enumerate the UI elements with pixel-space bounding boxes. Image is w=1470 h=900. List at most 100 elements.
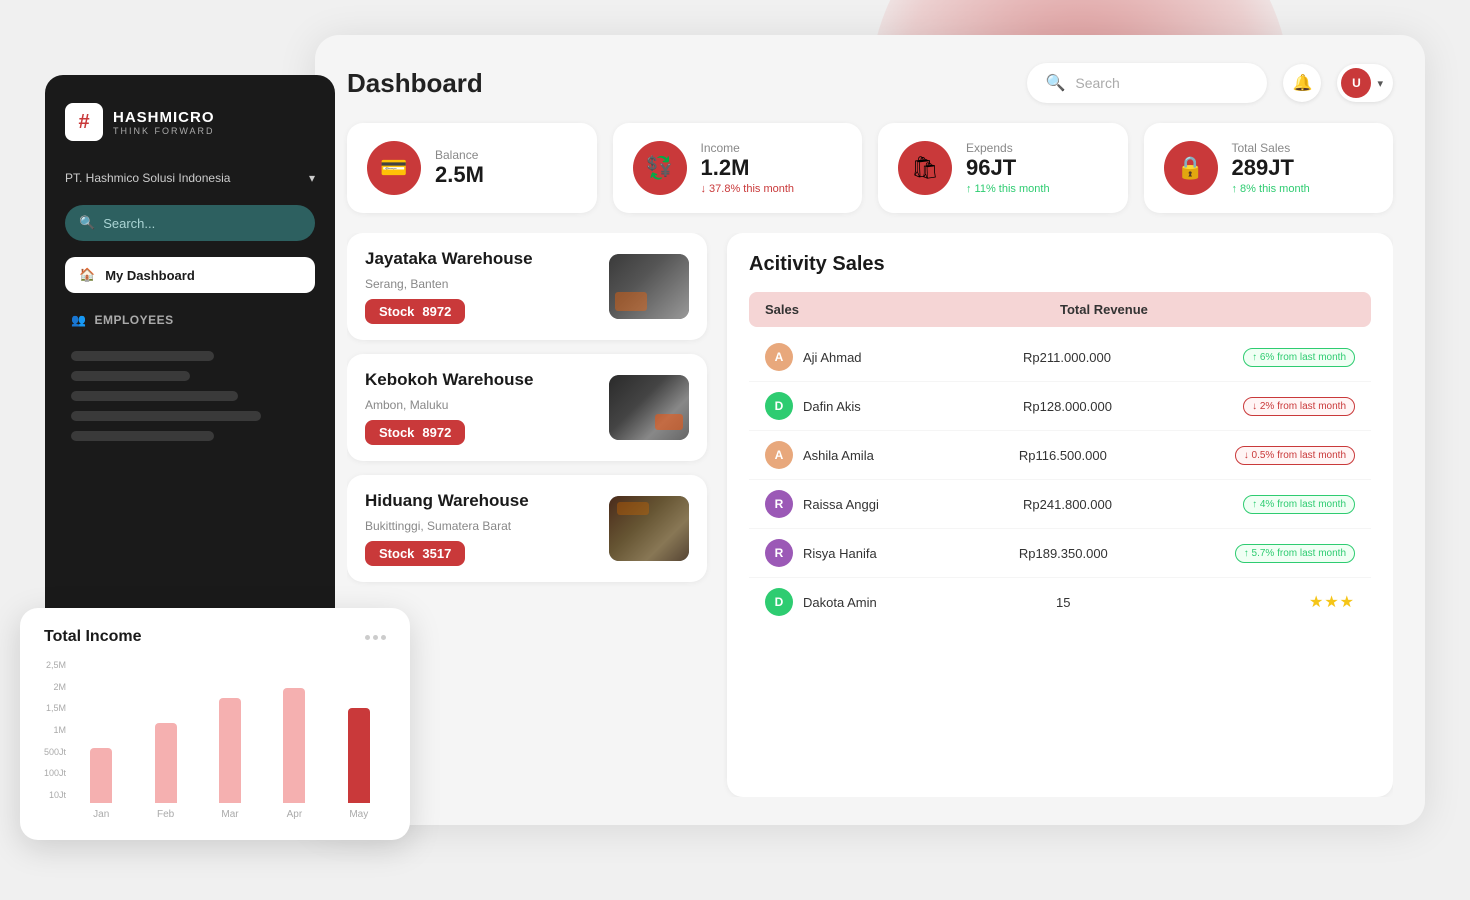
warehouse-location-1: Ambon, Maluku xyxy=(365,398,533,412)
stat-card-expends: 🛍 Expends 96JT ↑ 11% this month xyxy=(878,123,1128,213)
avatar-5: D xyxy=(765,588,793,616)
stock-label-1: Stock xyxy=(379,425,414,440)
dot-1 xyxy=(365,635,370,640)
warehouse-info-1: Kebokoh Warehouse Ambon, Maluku Stock 89… xyxy=(365,370,533,445)
header: Dashboard 🔍 🔔 U ▾ xyxy=(347,63,1393,103)
stars-5: ★★★ xyxy=(1309,592,1355,612)
revenue-4: Rp189.350.000 xyxy=(1019,546,1235,561)
avatar-2: A xyxy=(765,441,793,469)
bell-icon: 🔔 xyxy=(1293,73,1313,93)
badge-3: ↑ 4% from last month xyxy=(1243,495,1355,514)
avatar-4: R xyxy=(765,539,793,567)
stock-badge-1: Stock 8972 xyxy=(365,420,465,445)
avatar-0: A xyxy=(765,343,793,371)
bar-label-apr: Apr xyxy=(267,809,321,820)
stock-badge-2: Stock 3517 xyxy=(365,541,465,566)
warehouse-card-2: Hiduang Warehouse Bukittinggi, Sumatera … xyxy=(347,475,707,582)
warehouse-card-0: Jayataka Warehouse Serang, Banten Stock … xyxy=(347,233,707,340)
page-title: Dashboard xyxy=(347,68,483,99)
y-label-1: 2M xyxy=(44,682,66,692)
chart-area: 2,5M 2M 1,5M 1M 500Jt 100Jt 10Jt xyxy=(44,660,386,820)
bottom-section: Jayataka Warehouse Serang, Banten Stock … xyxy=(347,233,1393,797)
bars-container xyxy=(74,688,386,803)
sidebar-company[interactable]: PT. Hashmico Solusi Indonesia ▾ xyxy=(65,167,315,189)
stat-info-totalsales: Total Sales 289JT ↑ 8% this month xyxy=(1232,141,1310,195)
chart-more-dots[interactable] xyxy=(365,635,386,640)
avatar-button[interactable]: U ▾ xyxy=(1337,64,1393,102)
chart-header: Total Income xyxy=(44,628,386,646)
sidebar-search-container[interactable]: 🔍 xyxy=(65,205,315,241)
dot-3 xyxy=(381,635,386,640)
expends-change: ↑ 11% this month xyxy=(966,183,1050,195)
name-2: Ashila Amila xyxy=(803,448,1019,463)
y-label-0: 2,5M xyxy=(44,660,66,670)
employees-icon: 👥 xyxy=(71,313,86,327)
revenue-2: Rp116.500.000 xyxy=(1019,448,1235,463)
main-content: Dashboard 🔍 🔔 U ▾ 💳 Balance xyxy=(315,35,1425,825)
expends-label: Expends xyxy=(966,141,1050,155)
y-label-4: 500Jt xyxy=(44,747,66,757)
bar-labels: Jan Feb Mar Apr May xyxy=(74,803,386,820)
employees-label: EMPLOYEES xyxy=(94,313,173,327)
totalsales-icon: 🔒 xyxy=(1164,141,1218,195)
stock-label-0: Stock xyxy=(379,304,414,319)
activity-title: Acitivity Sales xyxy=(749,253,1371,276)
badge-1: ↓ 2% from last month xyxy=(1243,397,1355,416)
skeleton-line-1 xyxy=(71,351,214,361)
sidebar-search-input[interactable] xyxy=(103,216,301,231)
name-1: Dafin Akis xyxy=(803,399,1023,414)
revenue-3: Rp241.800.000 xyxy=(1023,497,1243,512)
logo-brand: HASHMICRO xyxy=(113,109,215,126)
stat-info-balance: Balance 2.5M xyxy=(435,148,484,188)
badge-2: ↓ 0.5% from last month xyxy=(1235,446,1355,465)
y-label-6: 10Jt xyxy=(44,790,66,800)
chart-y-axis: 2,5M 2M 1,5M 1M 500Jt 100Jt 10Jt xyxy=(44,660,66,820)
header-right: 🔍 🔔 U ▾ xyxy=(1027,63,1393,103)
warehouse-img-2 xyxy=(609,496,689,561)
warehouse-name-2: Hiduang Warehouse xyxy=(365,491,529,511)
warehouse-name-0: Jayataka Warehouse xyxy=(365,249,533,269)
badge-4: ↑ 5.7% from last month xyxy=(1235,544,1355,563)
search-box[interactable]: 🔍 xyxy=(1027,63,1267,103)
stock-label-2: Stock xyxy=(379,546,414,561)
bar-group-apr xyxy=(267,688,321,803)
dot-2 xyxy=(373,635,378,640)
y-label-2: 1,5M xyxy=(44,703,66,713)
bar-apr xyxy=(283,688,305,803)
search-icon: 🔍 xyxy=(1045,73,1065,93)
avatar-1: D xyxy=(765,392,793,420)
totalsales-value: 289JT xyxy=(1232,155,1310,181)
sidebar-dashboard-label: My Dashboard xyxy=(105,268,195,283)
bar-group-may xyxy=(332,708,386,803)
col-revenue: Total Revenue xyxy=(1060,302,1355,317)
activity-row-1: D Dafin Akis Rp128.000.000 ↓ 2% from las… xyxy=(749,382,1371,431)
skeleton-line-4 xyxy=(71,411,261,421)
activity-row-0: A Aji Ahmad Rp211.000.000 ↑ 6% from last… xyxy=(749,333,1371,382)
stock-value-2: 3517 xyxy=(422,546,451,561)
name-0: Aji Ahmad xyxy=(803,350,1023,365)
bar-label-may: May xyxy=(332,809,386,820)
skeleton-line-5 xyxy=(71,431,214,441)
col-sales: Sales xyxy=(765,302,1060,317)
activity-table-header: Sales Total Revenue xyxy=(749,292,1371,327)
notification-button[interactable]: 🔔 xyxy=(1283,64,1321,102)
stat-card-balance: 💳 Balance 2.5M xyxy=(347,123,597,213)
bar-label-jan: Jan xyxy=(74,809,128,820)
chevron-down-icon: ▾ xyxy=(309,171,315,185)
chart-title: Total Income xyxy=(44,628,142,646)
income-label: Income xyxy=(701,141,795,155)
name-5: Dakota Amin xyxy=(803,595,1056,610)
warehouse-img-0 xyxy=(609,254,689,319)
skeleton-line-2 xyxy=(71,371,190,381)
sidebar-item-dashboard[interactable]: 🏠 My Dashboard xyxy=(65,257,315,293)
search-input[interactable] xyxy=(1075,75,1249,91)
bar-label-mar: Mar xyxy=(203,809,257,820)
bar-may xyxy=(348,708,370,803)
stock-value-1: 8972 xyxy=(422,425,451,440)
activity-sales: Acitivity Sales Sales Total Revenue A Aj… xyxy=(727,233,1393,797)
y-label-5: 100Jt xyxy=(44,768,66,778)
income-change: ↓ 37.8% this month xyxy=(701,183,795,195)
search-icon: 🔍 xyxy=(79,215,95,231)
avatar-3: R xyxy=(765,490,793,518)
avatar: U xyxy=(1341,68,1371,98)
